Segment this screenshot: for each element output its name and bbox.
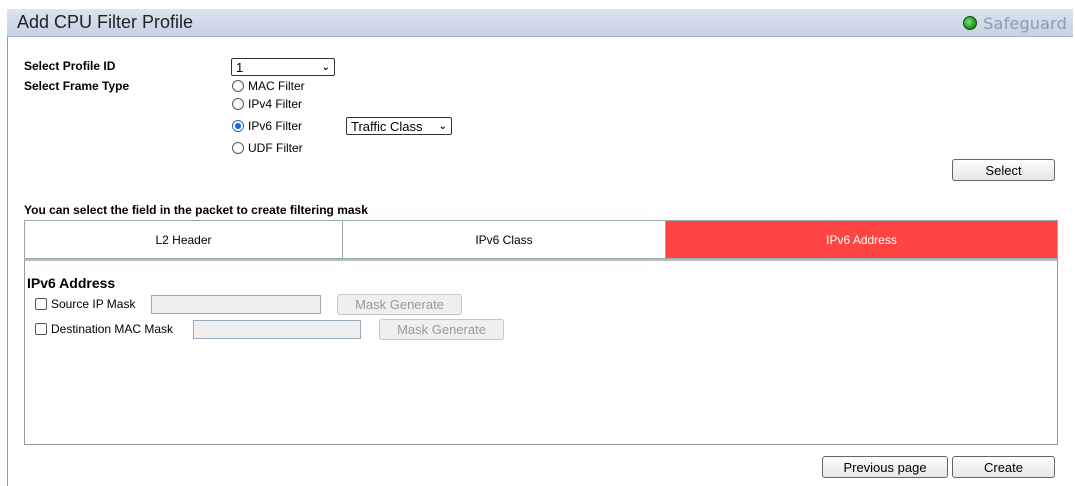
radio-label: UDF Filter — [248, 141, 303, 155]
radio-ipv6-filter[interactable]: IPv6 Filter — [232, 119, 302, 133]
previous-page-button[interactable]: Previous page — [822, 456, 948, 478]
radio-udf-filter[interactable]: UDF Filter — [232, 141, 303, 155]
source-ip-mask-input[interactable] — [151, 295, 321, 314]
title-bar: Add CPU Filter Profile Safeguard — [7, 9, 1073, 37]
destination-mac-mask-label: Destination MAC Mask — [51, 322, 174, 336]
chevron-down-icon: ⌄ — [321, 61, 330, 73]
select-button[interactable]: Select — [952, 159, 1055, 181]
radio-button[interactable] — [232, 98, 244, 110]
radio-button[interactable] — [232, 80, 244, 92]
frame-type-label: Select Frame Type — [24, 79, 130, 93]
radio-label: MAC Filter — [248, 79, 305, 93]
destination-mac-mask-checkbox[interactable] — [35, 323, 47, 335]
radio-label: IPv4 Filter — [248, 97, 303, 111]
tab-ipv6-address[interactable]: IPv6 Address — [666, 221, 1057, 258]
tab-ipv6-class[interactable]: IPv6 Class — [343, 221, 666, 258]
mask-tabs: L2 Header IPv6 Class IPv6 Address — [24, 220, 1058, 259]
safeguard-label: Safeguard — [983, 13, 1067, 33]
source-ip-mask-label: Source IP Mask — [51, 297, 136, 311]
ipv6-address-panel: IPv6 Address Source IP Mask Mask Generat… — [24, 259, 1058, 445]
radio-mac-filter[interactable]: MAC Filter — [232, 79, 305, 93]
source-ip-mask-checkbox[interactable] — [35, 298, 47, 310]
panel-title: IPv6 Address — [27, 275, 116, 291]
safeguard-indicator: Safeguard — [963, 13, 1067, 33]
radio-ipv4-filter[interactable]: IPv4 Filter — [232, 97, 302, 111]
destination-mac-mask-input[interactable] — [193, 320, 361, 339]
destination-mask-generate-button[interactable]: Mask Generate — [379, 319, 504, 340]
source-mask-generate-button[interactable]: Mask Generate — [337, 294, 462, 315]
ipv6-option-value: Traffic Class — [351, 118, 423, 134]
create-button[interactable]: Create — [952, 456, 1055, 478]
profile-id-value: 1 — [236, 59, 244, 75]
radio-button-selected[interactable] — [232, 120, 244, 132]
mask-info-text: You can select the field in the packet t… — [24, 203, 368, 217]
profile-id-select[interactable]: 1 ⌄ — [231, 58, 335, 76]
chevron-down-icon: ⌄ — [438, 120, 447, 132]
source-ip-mask-row[interactable]: Source IP Mask — [35, 297, 135, 311]
ipv6-option-select[interactable]: Traffic Class ⌄ — [346, 117, 452, 135]
status-dot-icon — [963, 16, 978, 30]
tab-l2-header[interactable]: L2 Header — [25, 221, 343, 258]
radio-label: IPv6 Filter — [248, 119, 303, 133]
destination-mac-mask-row[interactable]: Destination MAC Mask — [35, 322, 173, 336]
profile-id-label: Select Profile ID — [24, 59, 116, 73]
radio-button[interactable] — [232, 142, 244, 154]
page-title: Add CPU Filter Profile — [17, 12, 194, 32]
